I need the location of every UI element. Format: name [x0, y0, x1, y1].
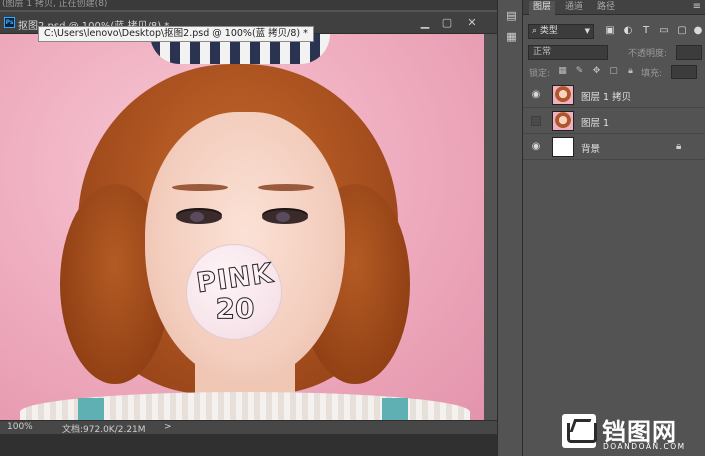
lock-transparent-icon[interactable]: ▦: [557, 66, 568, 77]
tab-paths[interactable]: 路径: [593, 1, 619, 15]
tab-layers[interactable]: 图层: [529, 1, 556, 15]
filter-kind-label: 类型: [539, 26, 558, 36]
status-bar: 100% 文档:972.0K/2.21M >: [0, 420, 497, 435]
top-strip: (图层 1 拷贝, 正在创建(8): [0, 0, 500, 10]
chevron-down-icon: ▼: [584, 27, 590, 35]
right-eye: [262, 210, 308, 224]
visibility-eye-icon[interactable]: ◉: [530, 89, 542, 101]
search-icon: ⌕: [532, 26, 538, 36]
file-path-tooltip: C:\Users\lenovo\Desktop\抠图2.psd @ 100%(蓝…: [38, 26, 314, 42]
maximize-icon[interactable]: ▢: [440, 16, 454, 30]
bubble-text-number: 20: [215, 292, 255, 326]
filter-smartobject-icon[interactable]: ▢: [676, 25, 688, 37]
filter-type-icon[interactable]: T: [640, 25, 652, 37]
lock-artboard-icon[interactable]: ▢: [608, 66, 619, 77]
blend-row: 正常 不透明度:: [528, 45, 702, 60]
lock-label: 锁定:: [529, 69, 551, 79]
panel-tab-bar: 图层 通道 路径 ≡: [523, 0, 705, 15]
minimize-icon[interactable]: ▁: [418, 16, 432, 30]
workspace-bottom: [0, 434, 497, 456]
canvas-image[interactable]: PINK 20: [0, 34, 484, 420]
filter-toggle-icon[interactable]: ●: [692, 25, 704, 37]
lock-position-icon[interactable]: ✥: [591, 66, 602, 77]
visibility-off-box[interactable]: [531, 116, 541, 126]
filter-pixel-icon[interactable]: ▣: [604, 25, 616, 37]
top-strip-text: (图层 1 拷贝, 正在创建(8): [2, 0, 108, 9]
opacity-label: 不透明度:: [628, 49, 668, 59]
layer-filter-row: ⌕ 类型 ▼ ▣ ◐ T ▭ ▢ ●: [528, 24, 702, 39]
layer-name: 背景: [581, 144, 601, 155]
layer-name: 图层 1: [581, 118, 610, 129]
layer-thumbnail: [552, 85, 574, 105]
panel-menu-icon[interactable]: ≡: [693, 1, 701, 12]
panel-icon-strip: ▤ ▦: [497, 0, 523, 456]
zoom-level[interactable]: 100%: [7, 422, 33, 432]
lock-all-icon[interactable]: 🔒︎: [625, 66, 636, 77]
layers-panel: 图层 通道 路径 ≡ ⌕ 类型 ▼ ▣ ◐ T ▭ ▢ ● 正常 不透明度: 锁…: [523, 0, 705, 456]
left-eye: [176, 210, 222, 224]
filter-adjustment-icon[interactable]: ◐: [622, 25, 634, 37]
layer-row[interactable]: ◉ 背景 🔒︎: [523, 134, 705, 160]
watermark-subtitle: DOANDOAN.COM: [603, 442, 686, 451]
visibility-eye-icon[interactable]: ◉: [530, 141, 542, 153]
layer-list: ◉ 图层 1 拷贝 图层 1 ◉ 背景 🔒︎: [523, 82, 705, 160]
layer-thumbnail: [552, 111, 574, 131]
photoshop-icon: Ps: [4, 17, 15, 28]
fill-label: 填充:: [641, 69, 663, 79]
lock-pixels-icon[interactable]: ✎: [574, 66, 585, 77]
filter-shape-icon[interactable]: ▭: [658, 25, 670, 37]
site-watermark: 铛图网 DOANDOAN.COM: [562, 414, 702, 452]
close-icon[interactable]: ✕: [465, 16, 479, 30]
watermark-logo-icon: [562, 414, 597, 448]
lock-row: 锁定: ▦ ✎ ✥ ▢ 🔒︎ 填充:: [523, 63, 705, 80]
opacity-field[interactable]: [676, 45, 702, 60]
blend-mode-select[interactable]: 正常: [528, 45, 608, 60]
layer-thumbnail: [552, 137, 574, 157]
layer-comps-icon[interactable]: ▤: [505, 9, 518, 22]
fill-field[interactable]: [671, 65, 697, 79]
gum-bubble: PINK 20: [186, 244, 282, 340]
layer-name: 图层 1 拷贝: [581, 92, 632, 103]
layer-row[interactable]: ◉ 图层 1 拷贝: [523, 82, 705, 108]
lock-icon: 🔒︎: [676, 141, 682, 152]
layer-row[interactable]: 图层 1: [523, 108, 705, 134]
tab-channels[interactable]: 通道: [561, 1, 587, 15]
filter-kind-select[interactable]: ⌕ 类型 ▼: [528, 24, 594, 39]
status-menu-arrow[interactable]: >: [164, 422, 172, 432]
notes-icon[interactable]: ▦: [505, 30, 518, 43]
document-window: Ps 抠图2.psd @ 100%(蓝 拷贝/8) * ▁ ▢ ✕ PINK 2…: [0, 12, 497, 456]
